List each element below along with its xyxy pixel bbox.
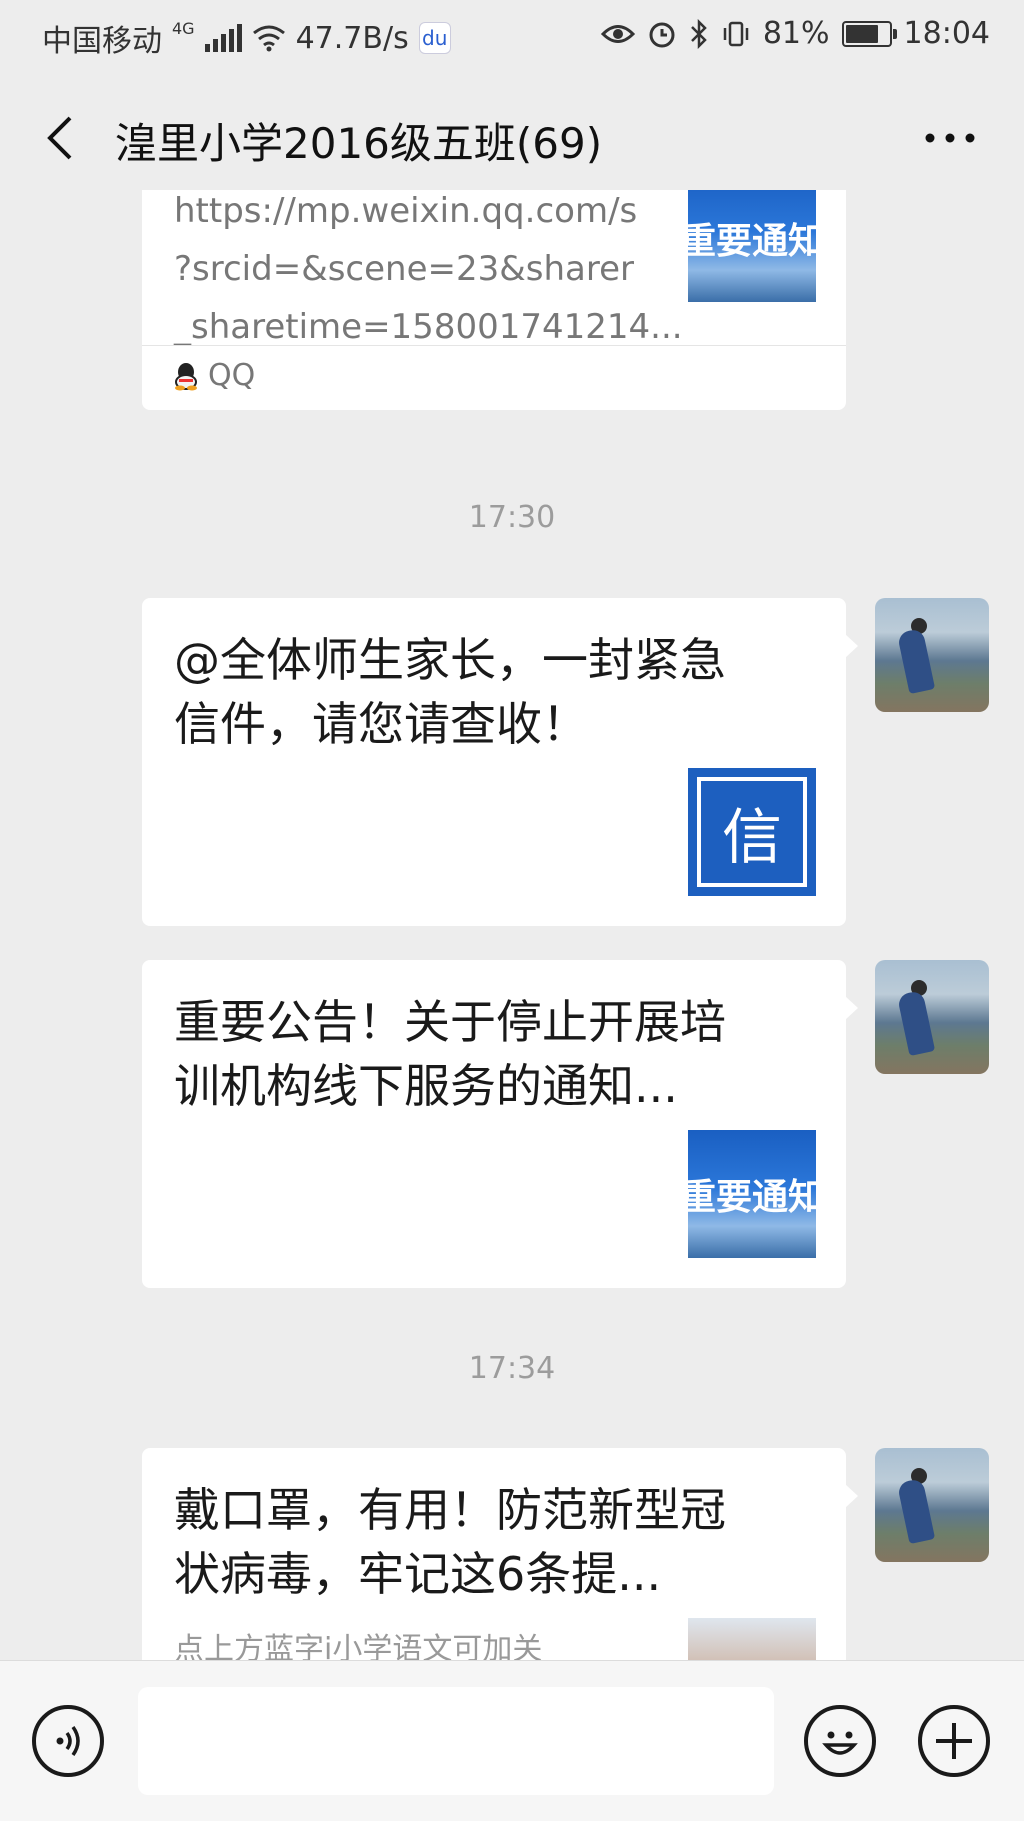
message-title: 戴口罩，有用！防范新型冠状病毒，牢记这6条提... — [174, 1483, 726, 1601]
eye-icon — [600, 24, 635, 43]
message-card[interactable]: 重要公告！关于停止开展培训机构线下服务的通知... 重要通知 — [142, 960, 858, 1288]
link-source: QQ — [174, 358, 255, 393]
input-bar — [0, 1660, 1024, 1821]
link-thumbnail-text: 重要通知 — [688, 221, 816, 262]
avatar[interactable] — [875, 598, 989, 712]
emoji-icon[interactable] — [804, 1705, 876, 1777]
letter-thumbnail-box: 信 — [697, 777, 807, 887]
qq-icon — [175, 362, 197, 390]
link-url-line-3: _sharetime=158001741214... — [174, 307, 683, 347]
letter-thumbnail: 信 — [688, 768, 816, 896]
voice-glyph — [56, 1725, 80, 1757]
emoji-glyph — [822, 1731, 858, 1755]
bubble-arrow — [845, 1484, 858, 1508]
message-description: 点上方蓝字i小学语文可加关 — [174, 1632, 543, 1660]
timestamp: 17:30 — [468, 500, 556, 535]
shared-link-card[interactable]: https://mp.weixin.qq.com/s ?srcid=&scene… — [142, 190, 846, 410]
avatar[interactable] — [875, 960, 989, 1074]
voice-icon[interactable] — [32, 1705, 104, 1777]
alarm-icon — [649, 22, 675, 47]
battery-icon — [841, 20, 897, 47]
battery-percent: 81% — [762, 16, 830, 51]
plus-glyph — [936, 1723, 972, 1759]
wifi-icon — [252, 25, 285, 52]
bubble-arrow — [845, 634, 858, 658]
avatar[interactable] — [875, 1448, 989, 1562]
network-speed: 47.7B/s — [295, 20, 409, 56]
link-url-line-2: ?srcid=&scene=23&sharer — [174, 249, 634, 289]
message-title: @全体师生家长，一封紧急信件，请您请查收！ — [174, 633, 726, 751]
chevron-left-icon[interactable] — [40, 112, 80, 164]
message-title: 重要公告！关于停止开展培训机构线下服务的通知... — [174, 995, 726, 1113]
chat-header: 湟里小学2016级五班(69) — [0, 90, 1024, 186]
clock: 18:04 — [903, 16, 990, 51]
baidu-icon: du — [418, 22, 451, 54]
article-thumbnail — [688, 1618, 816, 1660]
letter-thumbnail-text: 信 — [722, 802, 782, 873]
link-source-label: QQ — [208, 358, 256, 393]
link-thumbnail: 重要通知 — [688, 190, 816, 302]
link-url-line-1: https://mp.weixin.qq.com/s — [174, 191, 638, 231]
more-dots-icon[interactable] — [920, 112, 980, 164]
message-card[interactable]: @全体师生家长，一封紧急信件，请您请查收！ 信 — [142, 598, 858, 926]
bluetooth-icon — [690, 18, 707, 49]
message-input[interactable] — [138, 1687, 774, 1795]
card-divider — [142, 345, 846, 346]
timestamp: 17:34 — [468, 1351, 556, 1386]
plus-icon[interactable] — [918, 1705, 990, 1777]
chat-messages[interactable]: https://mp.weixin.qq.com/s ?srcid=&scene… — [0, 190, 1024, 1660]
carrier-label: 中国移动 — [42, 24, 162, 59]
notice-thumbnail-text: 重要通知 — [688, 1177, 816, 1218]
message-card[interactable]: 戴口罩，有用！防范新型冠状病毒，牢记这6条提... 点上方蓝字i小学语文可加关 — [142, 1448, 858, 1660]
notice-thumbnail: 重要通知 — [688, 1130, 816, 1258]
vibrate-icon — [723, 21, 749, 46]
signal-icon — [204, 24, 242, 52]
bubble-arrow — [845, 996, 858, 1020]
chat-title: 湟里小学2016级五班(69) — [115, 119, 603, 168]
status-bar: 中国移动 4G 47.7B/s du 81% 18:04 — [0, 0, 1024, 72]
network-type: 4G — [172, 18, 195, 38]
